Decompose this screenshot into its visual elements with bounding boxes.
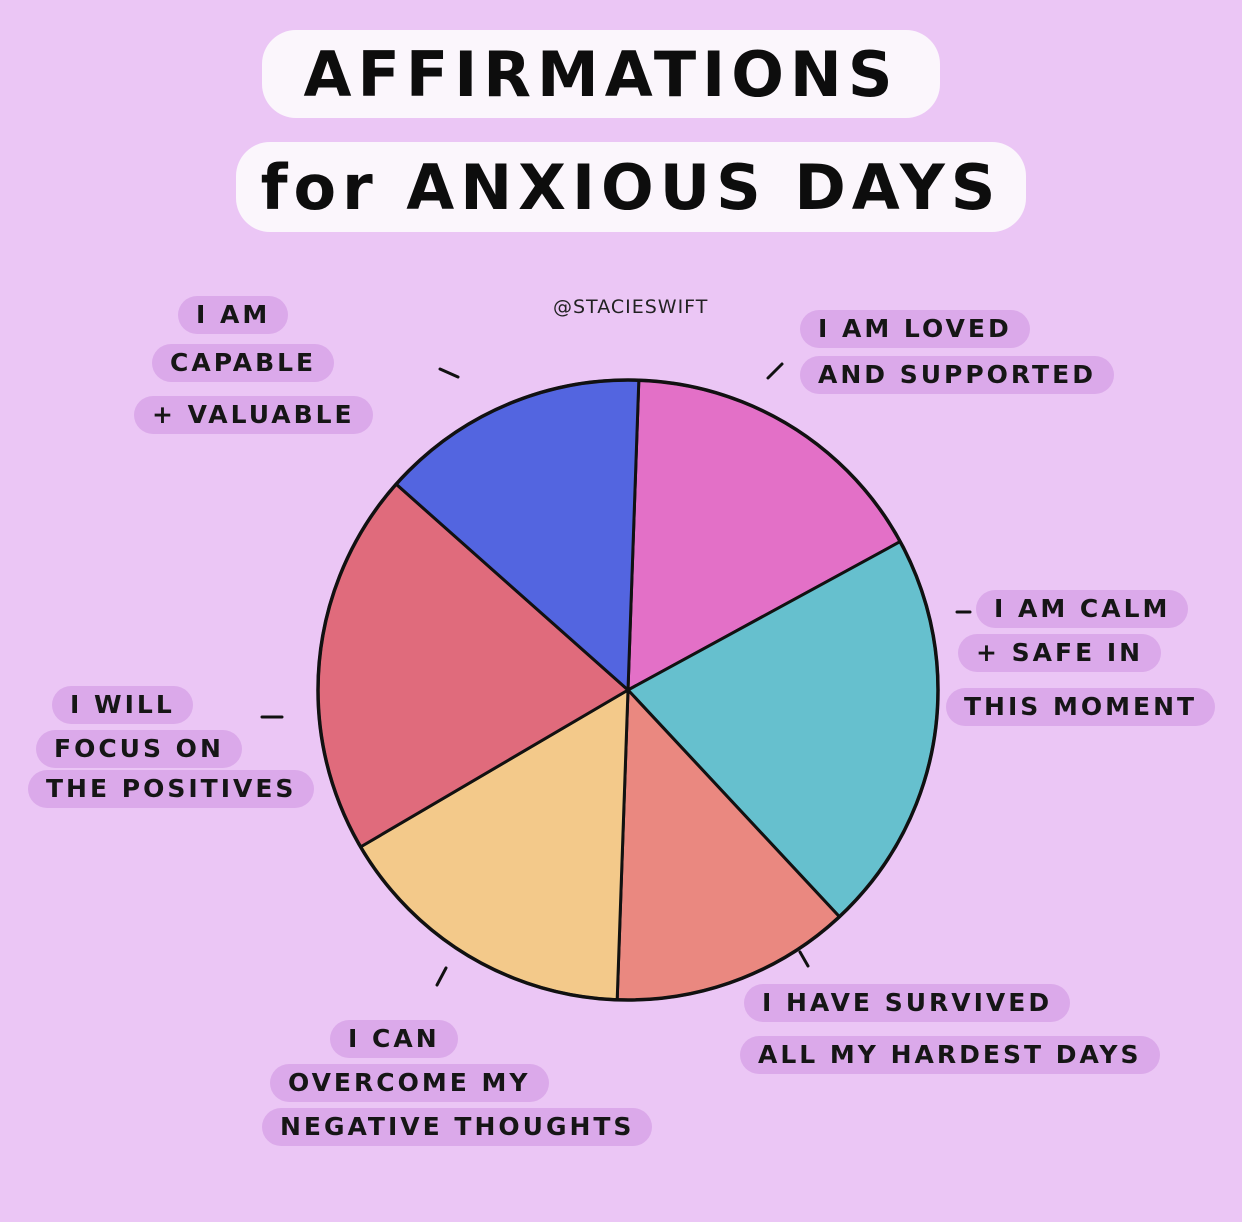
slice-label-2-line-2: + SAFE IN <box>958 634 1162 672</box>
slice-label-5-line-3: THE POSITIVES <box>28 770 315 808</box>
slice-label-6-line-2: CAPABLE <box>152 344 335 382</box>
slice-label-3-line-1: I HAVE SURVIVED <box>744 984 1071 1022</box>
label-tick-3 <box>798 950 810 968</box>
slice-label-2-line-3: THIS MOMENT <box>946 688 1216 726</box>
label-tick-6 <box>438 367 460 379</box>
slice-label-5-line-1: I WILL <box>52 686 193 724</box>
slice-label-2-line-1: I AM CALM <box>976 590 1189 628</box>
slice-label-3-line-2: ALL MY HARDEST DAYS <box>740 1036 1160 1074</box>
slice-label-1-line-2: AND SUPPORTED <box>800 356 1114 394</box>
label-tick-1 <box>766 362 784 380</box>
slice-label-6-line-1: I AM <box>178 296 289 334</box>
slice-label-4-line-2: OVERCOME MY <box>270 1064 549 1102</box>
label-tick-4 <box>435 966 448 987</box>
slice-label-5-line-2: FOCUS ON <box>36 730 242 768</box>
slice-label-6-line-3: + VALUABLE <box>134 396 373 434</box>
slice-label-4-line-3: NEGATIVE THOUGHTS <box>262 1108 653 1146</box>
slice-label-1-line-1: I AM LOVED <box>800 310 1030 348</box>
slice-label-4-line-1: I CAN <box>330 1020 458 1058</box>
